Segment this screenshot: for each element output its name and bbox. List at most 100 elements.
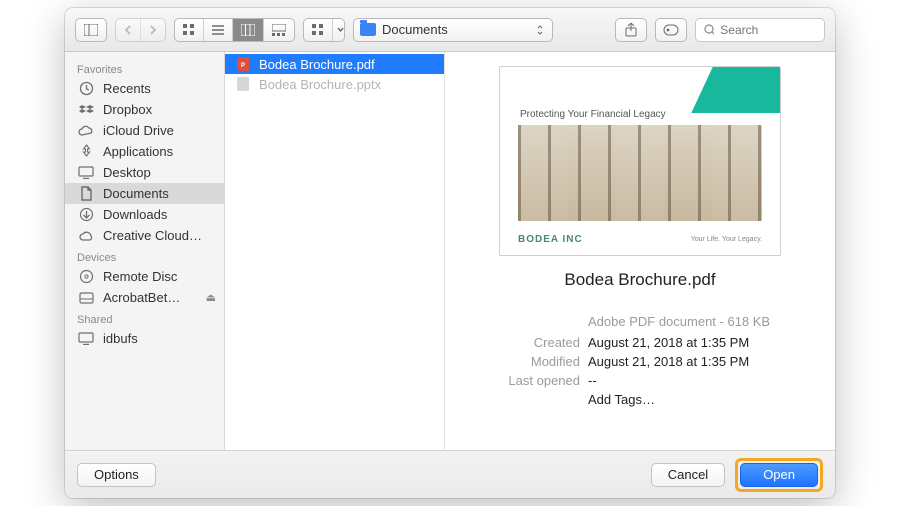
- file-name: Bodea Brochure.pdf: [259, 57, 375, 72]
- sidebar-header-shared: Shared: [65, 308, 224, 328]
- preview-pane: Protecting Your Financial Legacy BODEA I…: [445, 52, 835, 450]
- creative-cloud-icon: [77, 230, 95, 242]
- desktop-icon: [77, 166, 95, 179]
- chevron-down-icon: [337, 27, 344, 32]
- meta-key-last-opened: Last opened: [490, 373, 580, 388]
- thumbnail-accent: [691, 67, 781, 113]
- dialog-footer: Options Cancel Open: [65, 450, 835, 498]
- grid-icon: [183, 24, 195, 36]
- sidebar-item-downloads[interactable]: Downloads: [65, 204, 224, 225]
- pdf-icon: P: [235, 56, 251, 72]
- applications-icon: [77, 144, 95, 159]
- sidebar-item-desktop[interactable]: Desktop: [65, 162, 224, 183]
- file-row[interactable]: P Bodea Brochure.pdf: [225, 54, 444, 74]
- network-drive-icon: [77, 332, 95, 345]
- pptx-icon: [235, 76, 251, 92]
- toolbar: Documents: [65, 8, 835, 52]
- list-icon: [212, 24, 224, 36]
- thumbnail-tagline: Your Life. Your Legacy.: [691, 236, 762, 243]
- drive-icon: [77, 292, 95, 304]
- search-icon: [704, 24, 714, 36]
- sidebar-item-label: Remote Disc: [103, 269, 177, 284]
- open-button-highlight: Open: [735, 458, 823, 492]
- back-button[interactable]: [116, 19, 140, 41]
- search-field[interactable]: [695, 18, 825, 42]
- sidebar-item-label: Desktop: [103, 165, 151, 180]
- sidebar-item-icloud[interactable]: iCloud Drive: [65, 120, 224, 141]
- share-icon: [625, 23, 637, 37]
- nav-back-forward: [115, 18, 166, 42]
- location-label: Documents: [382, 22, 448, 37]
- sidebar-item-idbufs[interactable]: idbufs: [65, 328, 224, 349]
- file-column: P Bodea Brochure.pdf Bodea Brochure.pptx: [225, 52, 445, 450]
- sidebar-header-favorites: Favorites: [65, 58, 224, 78]
- meta-val-last-opened: --: [588, 373, 790, 388]
- sidebar-item-applications[interactable]: Applications: [65, 141, 224, 162]
- location-popup[interactable]: Documents: [353, 18, 553, 42]
- sidebar-icon: [84, 24, 98, 36]
- view-icons-button[interactable]: [175, 19, 203, 41]
- sidebar-item-remote-disc[interactable]: Remote Disc: [65, 266, 224, 287]
- svg-text:P: P: [241, 63, 245, 69]
- meta-key-modified: Modified: [490, 354, 580, 369]
- sidebar-item-label: AcrobatBet…: [103, 290, 180, 305]
- file-name: Bodea Brochure.pptx: [259, 77, 381, 92]
- sidebar-item-label: Documents: [103, 186, 169, 201]
- tag-icon: [663, 24, 679, 36]
- meta-key-created: Created: [490, 335, 580, 350]
- open-button[interactable]: Open: [740, 463, 818, 487]
- sidebar-item-label: Applications: [103, 144, 173, 159]
- preview-kind: Adobe PDF document - 618 KB: [588, 314, 790, 329]
- sidebar-item-creative-cloud[interactable]: Creative Cloud…: [65, 225, 224, 246]
- sidebar-item-label: Recents: [103, 81, 151, 96]
- thumbnail-photo: [518, 125, 762, 221]
- chevron-left-icon: [124, 25, 132, 35]
- sidebar-item-label: Dropbox: [103, 102, 152, 117]
- sidebar-item-label: Creative Cloud…: [103, 228, 202, 243]
- sidebar-toggle-button[interactable]: [75, 18, 107, 42]
- sidebar-item-label: iCloud Drive: [103, 123, 174, 138]
- preview-metadata: Adobe PDF document - 618 KB Created Augu…: [490, 308, 790, 407]
- dropbox-icon: [77, 103, 95, 116]
- view-list-button[interactable]: [203, 19, 232, 41]
- share-button[interactable]: [615, 18, 647, 42]
- folder-icon: [360, 23, 376, 36]
- view-columns-button[interactable]: [232, 19, 263, 41]
- download-icon: [77, 207, 95, 222]
- forward-button[interactable]: [140, 19, 165, 41]
- sidebar-header-devices: Devices: [65, 246, 224, 266]
- updown-caret-icon: [536, 25, 544, 35]
- chevron-right-icon: [149, 25, 157, 35]
- preview-title: Bodea Brochure.pdf: [564, 270, 715, 290]
- tags-button[interactable]: [655, 18, 687, 42]
- add-tags-link[interactable]: Add Tags…: [588, 392, 790, 407]
- sidebar-item-dropbox[interactable]: Dropbox: [65, 99, 224, 120]
- dialog-body: Favorites Recents Dropbox iCloud Drive A…: [65, 52, 835, 450]
- gallery-icon: [272, 24, 286, 36]
- group-icon: [312, 24, 324, 36]
- view-mode-segment: [174, 18, 295, 42]
- open-file-dialog: Documents Favorites Recents Dropbox: [65, 8, 835, 498]
- file-row[interactable]: Bodea Brochure.pptx: [225, 74, 444, 94]
- cloud-icon: [77, 125, 95, 137]
- sidebar: Favorites Recents Dropbox iCloud Drive A…: [65, 52, 225, 450]
- thumbnail-logo: BODEA INC: [518, 234, 583, 245]
- sidebar-item-recents[interactable]: Recents: [65, 78, 224, 99]
- document-icon: [77, 186, 95, 201]
- options-button[interactable]: Options: [77, 463, 156, 487]
- disc-icon: [77, 269, 95, 284]
- meta-val-modified: August 21, 2018 at 1:35 PM: [588, 354, 790, 369]
- preview-thumbnail: Protecting Your Financial Legacy BODEA I…: [499, 66, 781, 256]
- cancel-button[interactable]: Cancel: [651, 463, 725, 487]
- sidebar-item-label: idbufs: [103, 331, 138, 346]
- sidebar-item-documents[interactable]: Documents: [65, 183, 224, 204]
- columns-icon: [241, 24, 255, 36]
- search-input[interactable]: [720, 23, 816, 37]
- sidebar-item-label: Downloads: [103, 207, 167, 222]
- thumbnail-caption: Protecting Your Financial Legacy: [520, 109, 666, 120]
- view-gallery-button[interactable]: [263, 19, 294, 41]
- group-sort-menu[interactable]: [303, 18, 345, 42]
- meta-val-created: August 21, 2018 at 1:35 PM: [588, 335, 790, 350]
- sidebar-item-acrobat-beta[interactable]: AcrobatBet… ⏏: [65, 287, 224, 308]
- eject-icon[interactable]: ⏏: [206, 291, 216, 304]
